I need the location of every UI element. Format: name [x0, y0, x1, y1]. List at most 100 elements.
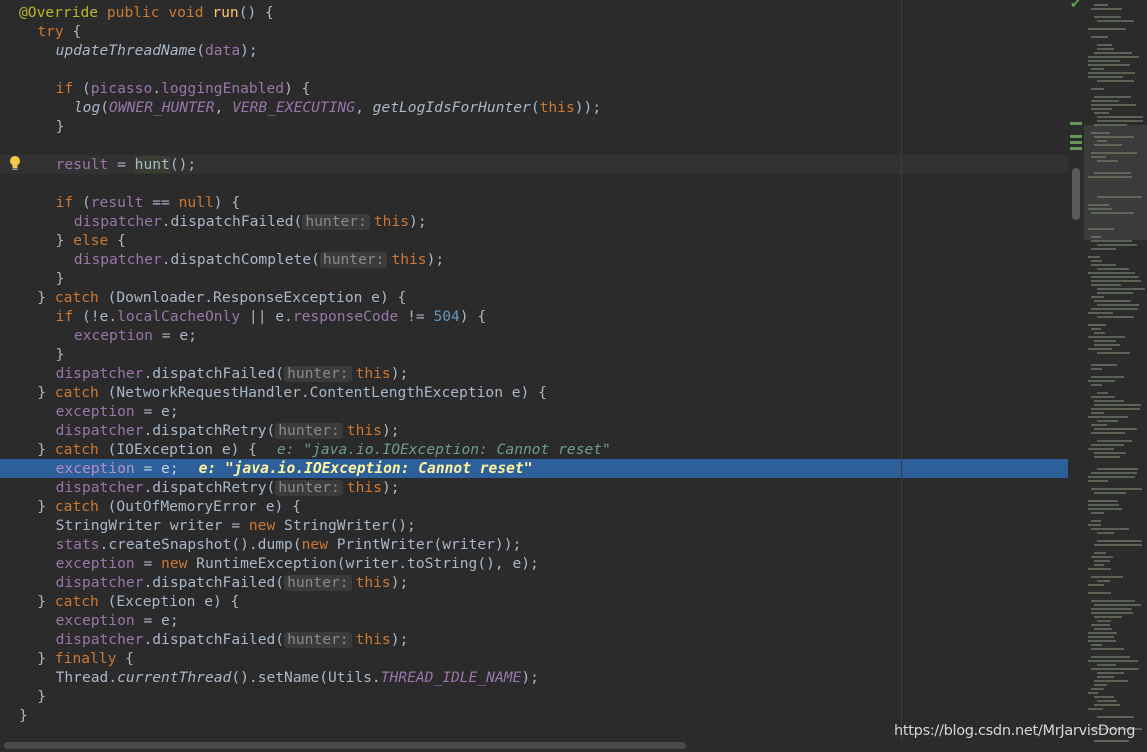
code-token: ().setName(Utils.: [231, 669, 381, 686]
execution-point-line[interactable]: exception = e; e: "java.io.IOException: C…: [0, 459, 1084, 478]
code-line[interactable]: }: [0, 345, 1084, 364]
code-token: OWNER_HUNTER: [109, 99, 215, 116]
minimap-line: [1091, 308, 1138, 310]
horizontal-scrollbar-thumb[interactable]: [4, 742, 686, 749]
code-editor[interactable]: @Override public void run() {try {update…: [0, 0, 1084, 752]
parameter-hint: hunter:: [275, 480, 343, 496]
parameter-hint: hunter:: [284, 632, 352, 648]
minimap-line: [1097, 316, 1134, 318]
code-token: );: [390, 365, 409, 382]
code-token: () {: [238, 4, 274, 21]
code-line[interactable]: Thread.currentThread().setName(Utils.THR…: [0, 668, 1084, 687]
minimap-line: [1094, 344, 1120, 346]
code-token: ) {: [459, 308, 487, 325]
check-icon: ✔: [1070, 0, 1081, 12]
code-token: dispatcher: [55, 365, 144, 382]
code-line[interactable]: dispatcher.dispatchFailed(hunter: this);: [0, 364, 1084, 383]
code-token: result: [55, 156, 109, 173]
code-token: }: [37, 384, 55, 401]
minimap-line: [1091, 488, 1142, 490]
code-token: (: [73, 194, 91, 211]
change-marker[interactable]: [1070, 122, 1082, 125]
code-line[interactable]: dispatcher.dispatchFailed(hunter: this);: [0, 212, 1084, 231]
code-line[interactable]: }: [0, 687, 1084, 706]
minimap-line: [1097, 292, 1133, 294]
code-line[interactable]: } catch (Exception e) {: [0, 592, 1084, 611]
code-line[interactable]: }: [0, 269, 1084, 288]
code-line[interactable]: log(OWNER_HUNTER, VERB_EXECUTING, getLog…: [0, 98, 1084, 117]
error-stripe[interactable]: [1068, 0, 1084, 752]
minimap-line: [1094, 544, 1142, 546]
code-line[interactable]: } else {: [0, 231, 1084, 250]
minimap-line: [1091, 512, 1104, 514]
code-token: =: [108, 156, 135, 173]
minimap-line: [1088, 500, 1118, 502]
code-token: THREAD_IDLE_NAME: [380, 669, 522, 686]
minimap-line: [1094, 16, 1121, 18]
code-line[interactable]: exception = e;: [0, 611, 1084, 630]
code-line[interactable]: [0, 174, 1084, 193]
code-line[interactable]: dispatcher.dispatchRetry(hunter: this);: [0, 478, 1084, 497]
code-minimap[interactable]: [1084, 0, 1147, 752]
code-token: catch: [54, 498, 99, 515]
code-token: = e;: [134, 403, 179, 420]
vertical-scrollbar-thumb[interactable]: [1072, 168, 1080, 220]
minimap-line: [1097, 140, 1107, 142]
minimap-line: [1088, 348, 1112, 350]
minimap-line: [1094, 740, 1129, 742]
code-token: if: [55, 80, 74, 97]
minimap-line: [1094, 628, 1112, 630]
code-token: ,: [214, 99, 233, 116]
code-line[interactable]: } catch (OutOfMemoryError e) {: [0, 497, 1084, 516]
code-line[interactable]: if (result == null) {: [0, 193, 1084, 212]
code-line[interactable]: updateThreadName(data);: [0, 41, 1084, 60]
minimap-line: [1097, 44, 1112, 46]
code-line[interactable]: try {: [0, 22, 1084, 41]
code-line[interactable]: exception = e;: [0, 326, 1084, 345]
minimap-line: [1091, 296, 1104, 298]
code-line[interactable]: }: [0, 117, 1084, 136]
minimap-line: [1097, 160, 1118, 162]
change-marker[interactable]: [1070, 141, 1082, 144]
code-line[interactable]: exception = new RuntimeException(writer.…: [0, 554, 1084, 573]
code-line[interactable]: [0, 136, 1084, 155]
minimap-line: [1088, 28, 1126, 30]
minimap-line: [1088, 72, 1135, 74]
code-token: run: [212, 4, 239, 21]
code-token: hunt: [134, 156, 170, 173]
code-token: .createSnapshot().dump(: [99, 536, 302, 553]
code-line[interactable]: StringWriter writer = new StringWriter()…: [0, 516, 1084, 535]
lightbulb-icon[interactable]: [8, 155, 22, 173]
code-line[interactable]: exception = e;: [0, 402, 1084, 421]
code-token: stats: [55, 536, 100, 553]
code-line[interactable]: } catch (NetworkRequestHandler.ContentLe…: [0, 383, 1084, 402]
code-line[interactable]: } catch (IOException e) {e: "java.io.IOE…: [0, 440, 1084, 459]
horizontal-scrollbar[interactable]: [0, 740, 1084, 752]
code-line[interactable]: stats.createSnapshot().dump(new PrintWri…: [0, 535, 1084, 554]
code-line[interactable]: [0, 60, 1084, 79]
code-line[interactable]: @Override public void run() {: [0, 3, 1084, 22]
minimap-viewport[interactable]: [1084, 125, 1147, 240]
code-line[interactable]: if (picasso.loggingEnabled) {: [0, 79, 1084, 98]
code-token: StringWriter();: [275, 517, 416, 534]
change-marker[interactable]: [1070, 135, 1082, 138]
code-line[interactable]: } finally {: [0, 649, 1084, 668]
minimap-line: [1091, 644, 1102, 646]
code-token: }: [37, 688, 47, 705]
code-line[interactable]: dispatcher.dispatchFailed(hunter: this);: [0, 630, 1084, 649]
minimap-line: [1091, 528, 1129, 530]
change-marker[interactable]: [1070, 147, 1082, 150]
code-line[interactable]: dispatcher.dispatchFailed(hunter: this);: [0, 573, 1084, 592]
code-line[interactable]: dispatcher.dispatchComplete(hunter: this)…: [0, 250, 1084, 269]
code-token: .: [152, 80, 162, 97]
minimap-line: [1088, 324, 1106, 326]
code-line[interactable]: if (!e.localCacheOnly || e.responseCode …: [0, 307, 1084, 326]
code-line[interactable]: } catch (Downloader.ResponseException e)…: [0, 288, 1084, 307]
code-line[interactable]: result = hunt();: [0, 155, 1084, 174]
code-token: = e;: [152, 327, 197, 344]
minimap-line: [1088, 76, 1123, 78]
code-token: dispatcher: [55, 631, 144, 648]
code-token: updateThreadName: [55, 42, 197, 59]
minimap-line: [1097, 664, 1116, 666]
code-line[interactable]: dispatcher.dispatchRetry(hunter: this);: [0, 421, 1084, 440]
